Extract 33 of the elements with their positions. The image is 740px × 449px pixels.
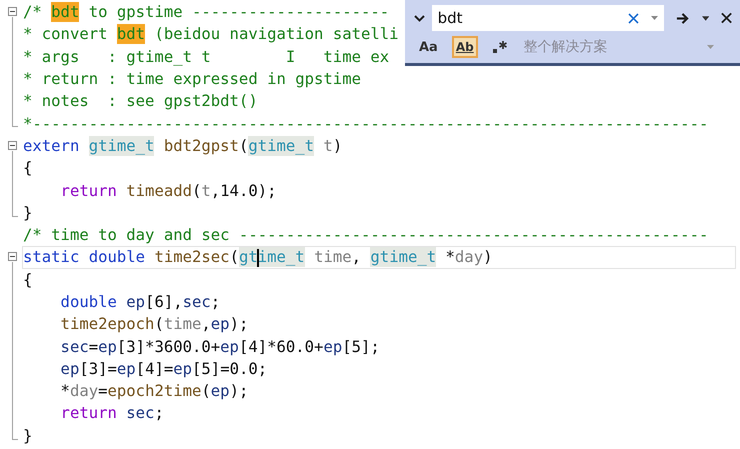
code-line: { [23,158,32,178]
code-line: * args : gtime_t t I time ex [23,46,390,67]
code-line: time2epoch(time,ep); [60,314,248,334]
code-line: return sec; [60,403,164,424]
dropdown-caret-icon[interactable] [702,16,709,20]
code-line: extern gtime_t bdt2gpst(gtime_t t) [23,136,342,156]
close-icon[interactable] [720,12,732,24]
code-line: /* time to day and sec -------------------------------------------------- [23,225,708,246]
search-field[interactable]: bdt [438,9,628,27]
code-line: sec=ep[3]*3600.0+ep[4]*60.0+ep[5]; [60,336,380,357]
code-line: { [23,270,32,290]
code-line: * notes : see gpst2bdt() [23,91,258,112]
code-line: * convert bdt (beidou navigation satelli [23,24,399,44]
find-next-icon[interactable] [676,12,690,24]
code-line: /* bdt to gpstime --------------------- [23,2,390,22]
code-line: ep[3]=ep[4]=ep[5]=0.0; [60,358,268,379]
search-box[interactable]: bdt [432,5,664,31]
match-case-button[interactable]: Aa [415,36,442,58]
code-line: static double time2sec(gtime_t time, gtime_t *day) [23,247,492,268]
code-line: *day=epoch2time(ep); [60,381,248,402]
collapse-icon[interactable] [8,140,17,150]
collapse-icon[interactable] [8,7,17,16]
code-line: double ep[6],sec; [60,292,220,312]
code-line: *------------------------------------------------------------------------ [23,114,708,134]
code-line: } [23,426,32,446]
collapse-icon[interactable] [8,252,17,262]
chevron-down-icon [414,14,425,22]
code-line: } [23,202,32,223]
regex-icon [492,40,508,54]
clear-icon[interactable] [628,12,639,24]
whole-word-button[interactable]: Ab [452,36,478,58]
code-line: * return : time expressed in gpstime [23,69,361,90]
code-line: return timeadd(t,14.0); [60,180,276,201]
